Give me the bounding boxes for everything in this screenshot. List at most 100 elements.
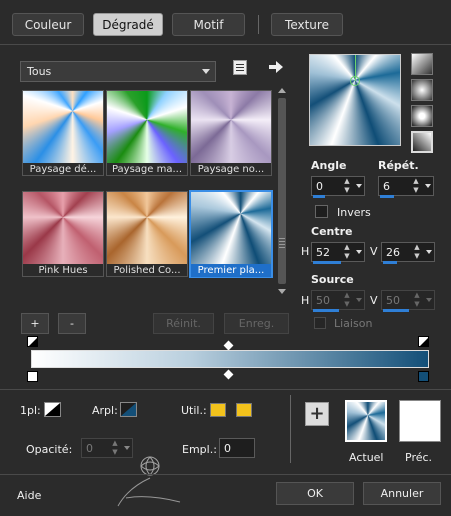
thumbnail-caption: Pink Hues [38,265,88,276]
updown-icon[interactable]: ▲ ▼ [412,291,422,309]
stop-marker-icon[interactable] [27,336,38,347]
add-to-swatches-button[interactable]: + [305,402,329,426]
angle-label: Angle [311,159,347,172]
remove-button[interactable]: - [58,313,86,334]
bottom-separator [290,395,291,463]
reset-button[interactable]: Réinit. [153,313,214,334]
link-checkbox[interactable] [314,317,326,329]
tab-texture[interactable]: Texture [271,13,343,36]
menu-icon[interactable] [233,60,247,75]
scroll-down-icon[interactable] [278,289,286,294]
thumbnail-caption: Paysage ma... [111,164,183,175]
chevron-down-icon[interactable] [356,298,362,302]
save-button[interactable]: Enreg. [224,313,289,334]
gradient-thumbnail[interactable]: Paysage no... [190,90,272,176]
centre-h-value: 52 [316,245,330,259]
invert-label[interactable]: Invers [337,206,371,219]
stop-marker-icon[interactable] [418,336,429,347]
source-h-stepper[interactable]: 50 ▲ ▼ [311,290,365,310]
link-label[interactable]: Liaison [334,317,372,330]
opacity-label: Opacité: [26,443,73,456]
color-stop-end[interactable] [418,371,429,382]
empl-value: 0 [224,441,231,455]
linear-style-icon[interactable] [44,402,61,417]
source-h-slider[interactable] [313,309,339,312]
cancel-button[interactable]: Annuler [363,482,441,505]
invert-checkbox[interactable] [315,205,328,218]
centre-v-slider[interactable] [383,261,397,264]
source-v-stepper[interactable]: 50 ▲ ▼ [381,290,435,310]
centre-h-stepper[interactable]: 52 ▲ ▼ [311,242,365,262]
category-select-value: Tous [27,65,52,78]
centre-label: Centre [311,225,353,238]
scroll-up-icon[interactable] [278,88,286,93]
color-stop-start[interactable] [27,371,38,382]
source-v-label: V [370,294,378,307]
chevron-down-icon[interactable] [356,184,362,188]
chevron-down-icon [202,69,210,74]
chevron-down-icon[interactable] [426,250,432,254]
angle-value: 0 [316,179,323,193]
util-color-swatch-1[interactable] [210,403,226,417]
add-button[interactable]: + [21,313,49,334]
thumbnail-image [23,192,103,264]
repeat-slider[interactable] [380,195,394,198]
source-v-slider[interactable] [383,309,409,312]
watermark-logo [108,448,198,510]
repeat-value: 6 [383,179,390,193]
gradient-thumbnail[interactable]: Paysage dé... [22,90,104,176]
centre-v-stepper[interactable]: 26 ▲ ▼ [381,242,435,262]
thumbnail-image [191,91,271,163]
thumbnail-image [23,91,103,163]
source-h-value: 50 [316,293,330,307]
updown-icon[interactable]: ▲ ▼ [342,291,352,309]
scrollbar-grip [279,238,285,248]
current-gradient-swatch[interactable] [345,400,387,442]
updown-icon[interactable]: ▲ ▼ [342,177,352,195]
thumbnail-caption: Paysage dé... [29,164,97,175]
updown-icon[interactable]: ▲ ▼ [411,177,421,195]
empl-field[interactable]: 0 [219,438,255,458]
chevron-down-icon[interactable] [356,250,362,254]
thumbnail-scrollbar[interactable] [277,88,287,296]
angle-slider[interactable] [313,195,325,198]
previous-gradient-swatch[interactable] [399,400,441,442]
gradient-thumbnail[interactable]: Polished Co... [106,191,188,277]
thumbnail-image [107,91,187,163]
thumbnail-caption: Polished Co... [113,265,181,276]
help-link[interactable]: Aide [17,489,41,502]
linear-style-button[interactable] [411,53,433,75]
util-color-swatch-2[interactable] [236,403,252,417]
tab-separator [258,15,259,34]
tab-motif[interactable]: Motif [172,13,245,36]
chevron-down-icon[interactable] [426,298,432,302]
centre-v-value: 26 [386,245,400,259]
scrollbar-thumb[interactable] [278,98,286,284]
radial-style-button[interactable] [411,105,433,127]
footer-divider [0,474,451,475]
center-marker-icon[interactable] [350,76,360,86]
category-select[interactable]: Tous [20,61,216,82]
midpoint-diamond-icon[interactable] [223,369,234,380]
updown-icon[interactable]: ▲ ▼ [412,243,422,261]
ok-button[interactable]: OK [276,482,354,505]
tab-couleur[interactable]: Couleur [12,13,84,36]
rectangular-style-button[interactable] [411,79,433,101]
arpl-style-icon[interactable] [120,402,137,417]
arrow-right-icon[interactable] [268,60,284,74]
gradient-thumbnail[interactable]: Premier pla... [189,190,273,278]
source-v-value: 50 [386,293,400,307]
centre-h-slider[interactable] [313,261,341,264]
angle-stepper[interactable]: 0 ▲ ▼ [311,176,365,196]
midpoint-diamond-icon[interactable] [223,340,234,351]
chevron-down-icon[interactable] [425,184,431,188]
gradient-thumbnail[interactable]: Pink Hues [22,191,104,277]
repeat-stepper[interactable]: 6 ▲ ▼ [378,176,434,196]
tab-degrade[interactable]: Dégradé [93,13,163,36]
updown-icon[interactable]: ▲ ▼ [342,243,352,261]
sunburst-style-button[interactable] [411,131,433,153]
gradient-preview[interactable] [309,54,401,146]
gradient-bar[interactable] [31,350,429,368]
gradient-thumbnail[interactable]: Paysage ma... [106,90,188,176]
repeat-label: Répét. [378,159,419,172]
